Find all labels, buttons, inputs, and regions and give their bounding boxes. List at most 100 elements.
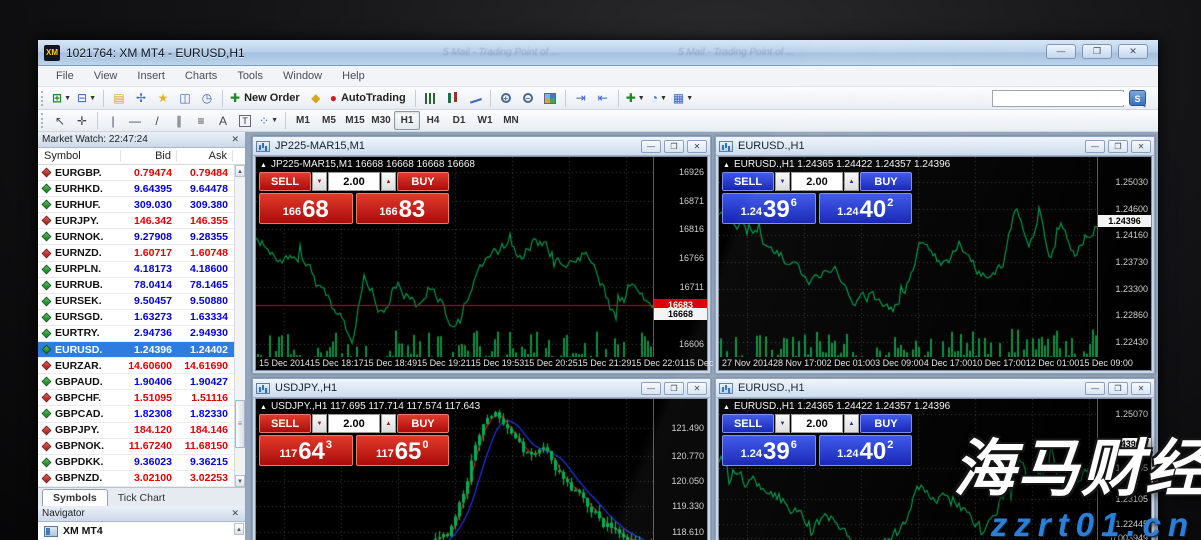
collapse-panel-icon[interactable]: ▲ bbox=[260, 404, 267, 411]
vertical-line-tool-button[interactable]: | bbox=[102, 111, 124, 130]
buy-button[interactable]: BUY bbox=[397, 172, 449, 191]
strategy-tester-button[interactable]: ◷ bbox=[196, 89, 218, 108]
market-watch-scrollbar[interactable]: ▲ ▼ bbox=[234, 165, 245, 487]
volume-increase-button[interactable]: ▲ bbox=[381, 414, 396, 433]
buy-price-box[interactable]: 16683 bbox=[356, 193, 450, 224]
crosshair-tool-button[interactable]: ✛ bbox=[71, 111, 93, 130]
market-watch-row-eurusd[interactable]: EURUSD.1.243961.24402 bbox=[38, 342, 245, 358]
sell-price-box[interactable]: 1.24396 bbox=[722, 435, 816, 466]
volume-decrease-button[interactable]: ▼ bbox=[775, 414, 790, 433]
terminal-toggle[interactable]: ◫ bbox=[174, 89, 196, 108]
market-watch-row-gbpnzd[interactable]: GBPNZD.3.021003.02253 bbox=[38, 471, 245, 487]
line-chart-button[interactable] bbox=[464, 89, 486, 108]
timeframe-h4[interactable]: H4 bbox=[420, 111, 446, 130]
sell-button[interactable]: SELL bbox=[259, 172, 311, 191]
close-icon[interactable]: ✕ bbox=[229, 134, 241, 145]
volume-increase-button[interactable]: ▲ bbox=[381, 172, 396, 191]
menu-insert[interactable]: Insert bbox=[127, 66, 175, 86]
restore-button[interactable]: ❒ bbox=[1108, 140, 1128, 153]
column-ask[interactable]: Ask bbox=[177, 150, 233, 162]
chart-window-titlebar[interactable]: EURUSD.,H1—❒✕ bbox=[716, 137, 1154, 156]
market-watch-row-eurnok[interactable]: EURNOK.9.279089.28355 bbox=[38, 229, 245, 245]
volume-input[interactable]: 2.00 bbox=[328, 172, 380, 191]
collapse-panel-icon[interactable]: ▲ bbox=[260, 162, 267, 169]
metaeditor-button[interactable]: ◆ bbox=[305, 89, 327, 108]
market-watch-row-eurjpy[interactable]: EURJPY.146.342146.355 bbox=[38, 213, 245, 229]
close-button[interactable]: ✕ bbox=[687, 382, 707, 395]
new-chart-button[interactable]: ⊞▼ bbox=[49, 89, 74, 108]
tile-windows-button[interactable] bbox=[539, 89, 561, 108]
trendline-tool-button[interactable]: / bbox=[146, 111, 168, 130]
periods-button[interactable]: ◔▼ bbox=[648, 89, 670, 108]
time-axis[interactable]: 27 Nov 201428 Nov 17:002 Dec 01:003 Dec … bbox=[719, 357, 1151, 370]
volume-input[interactable]: 2.00 bbox=[791, 414, 843, 433]
timeframe-m30[interactable]: M30 bbox=[368, 111, 394, 130]
price-axis[interactable]: 121.490120.770120.050119.330118.610 bbox=[653, 399, 707, 540]
toolbar-grip[interactable] bbox=[41, 91, 46, 106]
close-button[interactable]: ✕ bbox=[1131, 382, 1151, 395]
equidistant-channel-tool-button[interactable]: ∥ bbox=[168, 111, 190, 130]
market-watch-row-gbpaud[interactable]: GBPAUD.1.904061.90427 bbox=[38, 374, 245, 390]
search-input[interactable] bbox=[993, 92, 1133, 105]
market-watch-row-eurhkd[interactable]: EURHKD.9.643959.64478 bbox=[38, 181, 245, 197]
templates-button[interactable]: ▦▼ bbox=[670, 89, 696, 108]
auto-scroll-button[interactable]: ⇥ bbox=[570, 89, 592, 108]
market-watch-row-gbpdkk[interactable]: GBPDKK.9.360239.36215 bbox=[38, 455, 245, 471]
new-order-button[interactable]: ✚New Order bbox=[227, 89, 305, 108]
menu-view[interactable]: View bbox=[84, 66, 128, 86]
zoom-in-button[interactable]: + bbox=[495, 89, 517, 108]
close-icon[interactable]: ✕ bbox=[229, 508, 241, 519]
menu-window[interactable]: Window bbox=[273, 66, 332, 86]
market-watch-row-gbpnok[interactable]: GBPNOK.11.6724011.68150 bbox=[38, 439, 245, 455]
timeframe-m5[interactable]: M5 bbox=[316, 111, 342, 130]
profiles-button[interactable]: ⊟▼ bbox=[74, 89, 99, 108]
minimize-button[interactable]: — bbox=[1046, 44, 1076, 59]
scroll-up-icon[interactable]: ▲ bbox=[234, 523, 244, 535]
buy-button[interactable]: BUY bbox=[860, 414, 912, 433]
cursor-tool-button[interactable]: ↖ bbox=[49, 111, 71, 130]
tab-tick-chart[interactable]: Tick Chart bbox=[108, 490, 175, 506]
toolbar-grip[interactable] bbox=[41, 113, 46, 128]
market-watch-row-gbpcad[interactable]: GBPCAD.1.823081.82330 bbox=[38, 406, 245, 422]
mql5-community-icon[interactable]: S bbox=[1129, 90, 1146, 106]
menu-tools[interactable]: Tools bbox=[227, 66, 273, 86]
restore-button[interactable]: ❒ bbox=[1082, 44, 1112, 59]
market-watch-row-eurzar[interactable]: EURZAR.14.6060014.61690 bbox=[38, 358, 245, 374]
navigator-header[interactable]: Navigator ✕ bbox=[38, 506, 245, 522]
price-axis[interactable]: 1.250301.246001.241601.237301.233001.228… bbox=[1097, 157, 1151, 359]
indicators-button[interactable]: ✚▼ bbox=[623, 89, 648, 108]
time-axis[interactable]: 15 Dec 201415 Dec 18:1715 Dec 18:4915 De… bbox=[256, 357, 707, 370]
collapse-panel-icon[interactable]: ▲ bbox=[723, 404, 730, 411]
buy-button[interactable]: BUY bbox=[860, 172, 912, 191]
column-bid[interactable]: Bid bbox=[121, 150, 177, 162]
sell-price-box[interactable]: 117643 bbox=[259, 435, 353, 466]
volume-input[interactable]: 2.00 bbox=[791, 172, 843, 191]
market-watch-row-eurpln[interactable]: EURPLN.4.181734.18600 bbox=[38, 262, 245, 278]
zoom-out-button[interactable]: − bbox=[517, 89, 539, 108]
restore-button[interactable]: ❒ bbox=[1108, 382, 1128, 395]
volume-decrease-button[interactable]: ▼ bbox=[312, 414, 327, 433]
navigator-item-xm-mt4[interactable]: XM MT4 bbox=[63, 525, 103, 537]
data-window-button[interactable]: ✢ bbox=[130, 89, 152, 108]
autotrading-button[interactable]: ●AutoTrading bbox=[327, 89, 411, 108]
menu-file[interactable]: File bbox=[46, 66, 84, 86]
close-button[interactable]: ✕ bbox=[1118, 44, 1148, 59]
minimize-button[interactable]: — bbox=[1085, 382, 1105, 395]
market-watch-row-eurrub[interactable]: EURRUB.78.041478.1465 bbox=[38, 278, 245, 294]
timeframe-h1[interactable]: H1 bbox=[394, 111, 420, 130]
market-watch-row-eursgd[interactable]: EURSGD.1.632731.63334 bbox=[38, 310, 245, 326]
minimize-button[interactable]: — bbox=[641, 382, 661, 395]
volume-increase-button[interactable]: ▲ bbox=[844, 172, 859, 191]
volume-decrease-button[interactable]: ▼ bbox=[775, 172, 790, 191]
chart-shift-button[interactable]: ⇤ bbox=[592, 89, 614, 108]
collapse-panel-icon[interactable]: ▲ bbox=[723, 162, 730, 169]
buy-price-box[interactable]: 1.24402 bbox=[819, 435, 913, 466]
chart-window-titlebar[interactable]: USDJPY.,H1—❒✕ bbox=[253, 379, 710, 398]
tab-symbols[interactable]: Symbols bbox=[42, 489, 108, 506]
market-watch-toggle[interactable]: ▤ bbox=[108, 89, 130, 108]
timeframe-d1[interactable]: D1 bbox=[446, 111, 472, 130]
text-tool-button[interactable]: A bbox=[212, 111, 234, 130]
market-watch-row-eurhuf[interactable]: EURHUF.309.030309.380 bbox=[38, 197, 245, 213]
fibonacci-tool-button[interactable]: ≡ bbox=[190, 111, 212, 130]
bar-chart-button[interactable] bbox=[420, 89, 442, 108]
